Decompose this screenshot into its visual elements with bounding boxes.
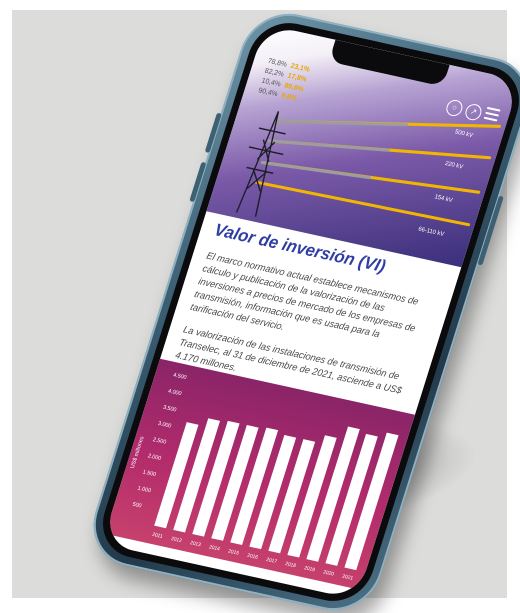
y-tick-label: 4.500 [172, 372, 187, 381]
y-tick-label: 1.500 [142, 469, 157, 478]
y-tick-label: 500 [132, 502, 143, 510]
x-tick-label: 2012 [170, 536, 183, 544]
x-tick-label: 2016 [246, 553, 259, 561]
x-tick-label: 2019 [303, 565, 316, 573]
y-tick-label: 1.000 [137, 486, 152, 495]
power-line [260, 161, 371, 180]
x-tick-label: 2021 [341, 574, 354, 582]
power-line [273, 119, 408, 127]
y-tick-label: 2.500 [152, 437, 167, 446]
x-tick-label: 2017 [265, 557, 278, 565]
power-line [267, 139, 390, 152]
x-tick-label: 2011 [151, 532, 163, 540]
scene: 78,8% 23,1% 82,2% 17,8% 10,4% 89,6% 90,4% 9,… [0, 0, 520, 613]
search-icon[interactable]: ○ [444, 98, 465, 118]
y-tick-label: 3.500 [162, 405, 177, 414]
y-tick-label: 3.000 [157, 421, 172, 430]
x-tick-label: 2020 [322, 569, 335, 577]
x-tick-label: 2014 [208, 544, 221, 552]
x-tick-label: 2018 [284, 561, 297, 569]
y-tick-label: 2.000 [147, 453, 162, 462]
share-icon[interactable]: ↗ [463, 102, 484, 122]
x-tick-label: 2015 [227, 548, 240, 556]
y-tick-label: 4.000 [167, 389, 182, 398]
x-tick-label: 2013 [189, 540, 202, 548]
